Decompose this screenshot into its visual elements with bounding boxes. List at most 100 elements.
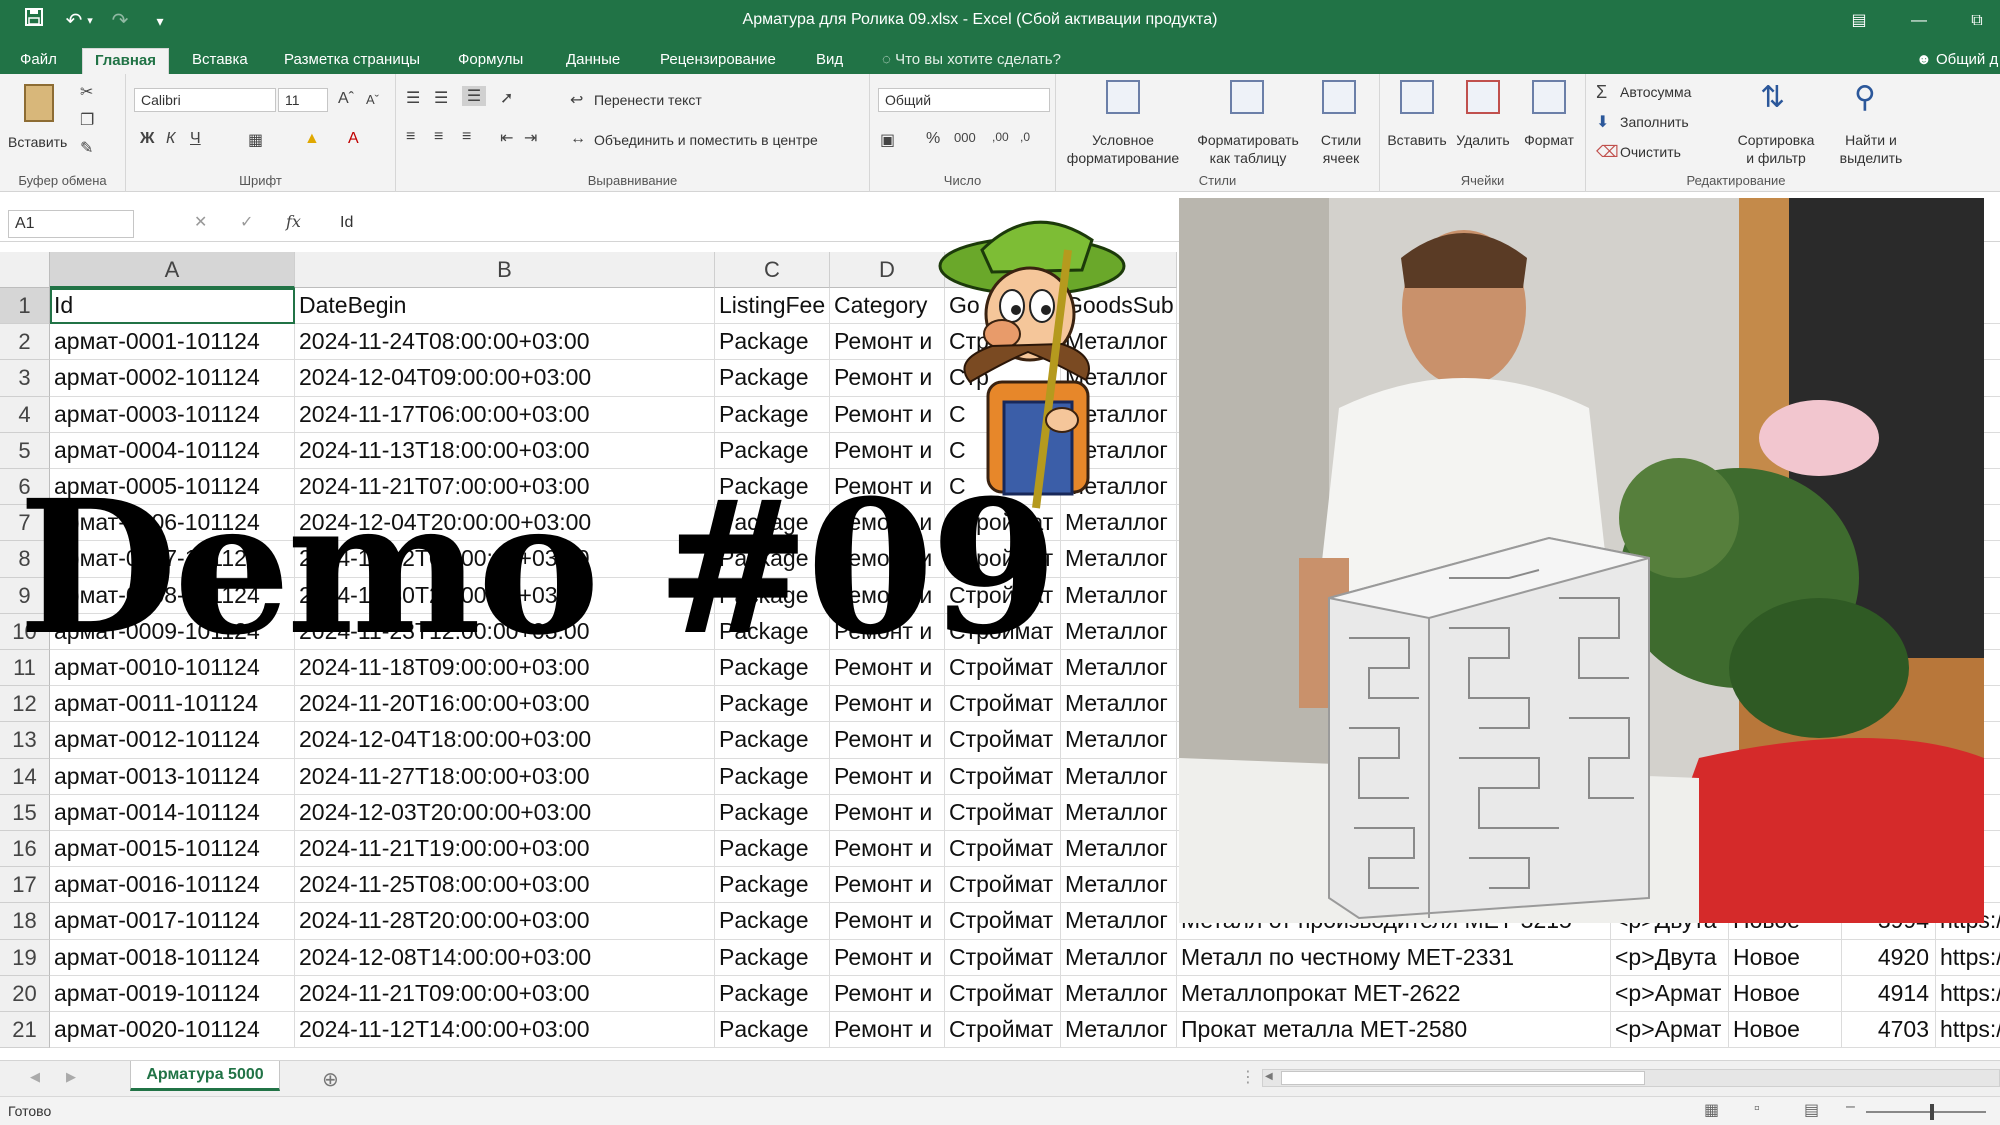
cell-i[interactable]: Новое (1729, 1012, 1842, 1049)
number-format-select[interactable]: Общий (878, 88, 1050, 112)
zoom-slider[interactable] (1866, 1104, 1986, 1120)
cell-c[interactable]: Package (715, 360, 830, 397)
conditional-formatting-button[interactable]: Условное форматирование (1060, 80, 1186, 170)
cell-a[interactable]: армат-0012-101124 (50, 722, 295, 759)
cell-f[interactable]: Металлог (1061, 831, 1177, 868)
cell-a[interactable]: армат-0013-101124 (50, 758, 295, 795)
cell-b[interactable]: 2024-11-20T16:00:00+03:00 (295, 686, 715, 723)
cell-d[interactable]: Ремонт и (830, 758, 945, 795)
tell-me-box[interactable]: ◌ Что вы хотите сделать? (870, 48, 1073, 74)
tab-page-layout[interactable]: Разметка страницы (272, 48, 432, 74)
cell-styles-button[interactable]: Стили ячеек (1308, 80, 1374, 170)
percent-icon[interactable]: % (926, 130, 940, 148)
row-header[interactable]: 1 (0, 288, 50, 325)
share-button[interactable]: ☻ Общий д (1904, 48, 2000, 74)
cancel-icon[interactable]: ✕ (194, 212, 207, 232)
sheet-tab-active[interactable]: Арматура 5000 (130, 1061, 280, 1091)
cell-a[interactable]: армат-0001-101124 (50, 324, 295, 361)
row-header[interactable]: 21 (0, 1012, 50, 1049)
cell-c[interactable]: Package (715, 903, 830, 940)
cell-d[interactable]: Ремонт и (830, 903, 945, 940)
cell-j[interactable]: 4920 (1842, 939, 1936, 976)
restore-button[interactable]: ⧉ (1954, 6, 2000, 36)
cell-d[interactable]: Ремонт и (830, 686, 945, 723)
align-center-icon[interactable]: ≡ (434, 128, 443, 146)
cell-a[interactable]: армат-0018-101124 (50, 939, 295, 976)
scroll-left-icon[interactable]: ◀ (1265, 1071, 1273, 1082)
zoom-slider-thumb[interactable] (1930, 1104, 1934, 1120)
cell-f[interactable]: Металлог (1061, 794, 1177, 831)
cell-d[interactable]: Ремонт и (830, 831, 945, 868)
next-sheet-icon[interactable]: ▶ (66, 1069, 76, 1085)
page-break-view-icon[interactable]: ▤ (1804, 1100, 1819, 1120)
row-header[interactable]: 4 (0, 396, 50, 433)
cell-b[interactable]: 2024-11-24T08:00:00+03:00 (295, 324, 715, 361)
comma-style-icon[interactable]: 000 (954, 130, 976, 145)
cell-b[interactable]: 2024-11-12T14:00:00+03:00 (295, 1012, 715, 1049)
cell-h[interactable]: <p>Двута (1611, 939, 1729, 976)
cut-icon[interactable]: ✂ (80, 82, 93, 102)
cell-d[interactable]: Ремонт и (830, 867, 945, 904)
find-select-button[interactable]: ⚲ Найти и выделить (1826, 80, 1916, 170)
tab-review[interactable]: Рецензирование (648, 48, 788, 74)
cell-c[interactable]: Package (715, 975, 830, 1012)
cell-j[interactable]: 4703 (1842, 1012, 1936, 1049)
format-cells-button[interactable]: Формат (1516, 80, 1582, 170)
cell-b[interactable]: 2024-11-28T20:00:00+03:00 (295, 903, 715, 940)
column-header[interactable]: B (295, 252, 715, 288)
tab-formulas[interactable]: Формулы (446, 48, 535, 74)
row-header[interactable]: 3 (0, 360, 50, 397)
cell-d[interactable]: Ремонт и (830, 794, 945, 831)
tab-home[interactable]: Главная (82, 48, 170, 74)
cell-c[interactable]: Package (715, 939, 830, 976)
column-header[interactable]: C (715, 252, 830, 288)
insert-cells-button[interactable]: Вставить (1384, 80, 1450, 170)
column-header[interactable]: A (50, 252, 295, 288)
cell-c[interactable]: Package (715, 1012, 830, 1049)
wrap-text-button[interactable]: ↩ Перенести текст (570, 90, 730, 112)
cell-a[interactable]: армат-0002-101124 (50, 360, 295, 397)
cell-a[interactable]: армат-0020-101124 (50, 1012, 295, 1049)
enter-icon[interactable]: ✓ (240, 212, 253, 232)
align-middle-icon[interactable]: ☰ (434, 88, 448, 108)
normal-view-icon[interactable]: ▦ (1704, 1100, 1719, 1120)
font-name-select[interactable]: Calibri (134, 88, 276, 112)
insert-function-icon[interactable]: fx (286, 212, 301, 231)
cell-d[interactable]: Ремонт и (830, 722, 945, 759)
cell-e[interactable]: Строймат (945, 794, 1061, 831)
cell-f[interactable]: Металлог (1061, 541, 1177, 578)
row-header[interactable]: 2 (0, 324, 50, 361)
cell-c[interactable]: Package (715, 396, 830, 433)
horizontal-scrollbar[interactable]: ◀ (1262, 1069, 2000, 1087)
format-as-table-button[interactable]: Форматировать как таблицу (1190, 80, 1306, 170)
row-header[interactable]: 12 (0, 686, 50, 723)
cell-b[interactable]: 2024-11-25T08:00:00+03:00 (295, 867, 715, 904)
cell-e[interactable]: Строймат (945, 722, 1061, 759)
row-header[interactable]: 19 (0, 939, 50, 976)
prev-sheet-icon[interactable]: ◀ (30, 1069, 40, 1085)
decrease-decimal-icon[interactable]: ,0 (1020, 130, 1030, 144)
decrease-indent-icon[interactable]: ⇤ (500, 128, 513, 148)
cell-a[interactable]: армат-0011-101124 (50, 686, 295, 723)
cell-d[interactable]: Ремонт и (830, 975, 945, 1012)
cell-k[interactable]: https:/ (1936, 976, 2000, 1012)
cell-b[interactable]: DateBegin (295, 288, 715, 325)
orientation-icon[interactable]: ➚ (500, 88, 513, 108)
cell-a[interactable]: армат-0019-101124 (50, 975, 295, 1012)
cell-f[interactable]: Металлог (1061, 939, 1177, 976)
cell-c[interactable]: Package (715, 722, 830, 759)
cell-c[interactable]: ListingFee (715, 288, 830, 325)
merge-center-button[interactable]: ↔ Объединить и поместить в центре (570, 130, 860, 152)
fill-button[interactable]: ⬇ Заполнить (1596, 112, 1726, 134)
cell-f[interactable]: Металлог (1061, 867, 1177, 904)
cell-c[interactable]: Package (715, 758, 830, 795)
cell-f[interactable]: Металлог (1061, 758, 1177, 795)
cell-f[interactable]: Металлог (1061, 686, 1177, 723)
decrease-font-icon[interactable]: Aˇ (366, 92, 379, 107)
cell-e[interactable]: Строймат (945, 1012, 1061, 1049)
zoom-out-icon[interactable]: – (1846, 1098, 1855, 1116)
cell-c[interactable]: Package (715, 324, 830, 361)
cell-b[interactable]: 2024-12-08T14:00:00+03:00 (295, 939, 715, 976)
cell-e[interactable]: Строймат (945, 686, 1061, 723)
cell-e[interactable]: Строймат (945, 758, 1061, 795)
